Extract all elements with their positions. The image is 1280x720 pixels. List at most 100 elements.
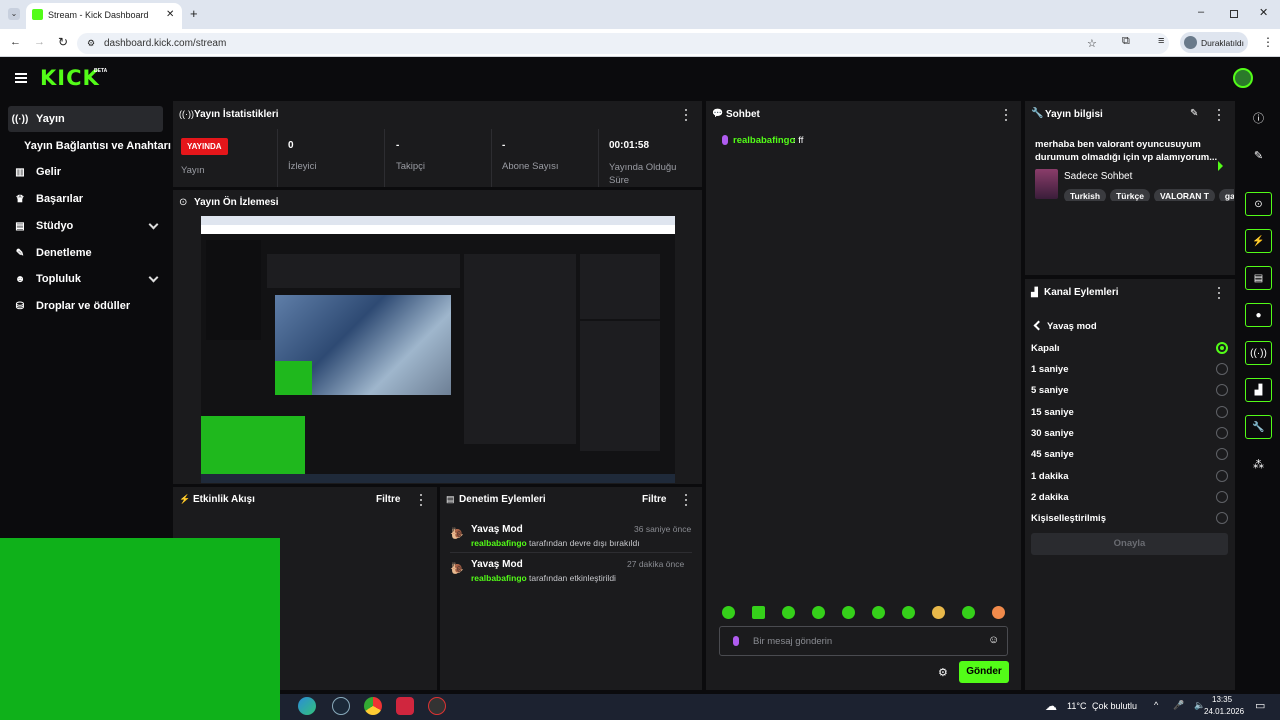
emote-icon[interactable] <box>782 606 795 619</box>
emote-icon[interactable] <box>932 606 945 619</box>
more-options-icon[interactable] <box>1004 109 1008 121</box>
radio[interactable] <box>1216 406 1228 418</box>
forward-icon[interactable]: → <box>34 36 45 48</box>
weather-temp[interactable]: 11°C <box>1067 701 1086 711</box>
preview-video[interactable] <box>201 216 675 483</box>
filter-button[interactable]: Filtre <box>376 494 400 505</box>
chevron-down-icon[interactable] <box>148 219 159 230</box>
chat-toggle-icon[interactable]: ● <box>1245 303 1272 327</box>
tab-close-icon[interactable]: ✕ <box>166 9 174 20</box>
notification-icon[interactable]: ▭ <box>1255 699 1265 712</box>
tag-chip[interactable]: Türkçe <box>1110 189 1150 201</box>
sidebar-item-studyo[interactable]: ▤ Stüdyo <box>8 213 163 239</box>
reload-icon[interactable]: ↻ <box>58 35 68 49</box>
slow-mode-option[interactable]: 30 saniye <box>1031 425 1228 441</box>
emote-icon[interactable] <box>722 606 735 619</box>
tag-chip[interactable]: VALORAN T <box>1153 189 1215 201</box>
extensions-icon[interactable]: ⧉ <box>1122 35 1130 48</box>
stream-info-toggle-icon[interactable]: 🔧 <box>1245 415 1272 439</box>
emote-icon[interactable] <box>992 606 1005 619</box>
chat-input[interactable]: Bir mesaj gönderin ☺ <box>719 626 1008 656</box>
preview-toggle-icon[interactable]: ⊙ <box>1245 192 1272 216</box>
mod-action-user[interactable]: realbabafingo <box>471 573 527 583</box>
mod-action-user[interactable]: realbabafingo <box>471 538 527 548</box>
slow-mode-option[interactable]: Kişiselleştirilmiş <box>1031 510 1228 526</box>
confirm-button[interactable]: Onayla <box>1031 533 1228 555</box>
tab-search-button[interactable]: ⌄ <box>8 8 20 20</box>
add-widget-icon[interactable]: ⁂ <box>1245 452 1272 476</box>
chat-username[interactable]: realbabafingo <box>733 135 795 146</box>
sidebar-item-topluluk[interactable]: ☻ Topluluk <box>8 266 163 292</box>
slow-mode-option[interactable]: Kapalı <box>1031 340 1228 356</box>
window-close-icon[interactable]: ✕ <box>1259 6 1268 19</box>
sidebar-item-basarilar[interactable]: ♛ Başarılar <box>8 186 163 212</box>
tag-chip[interactable]: Turkish <box>1064 189 1107 201</box>
filter-button[interactable]: Filtre <box>642 494 666 505</box>
more-options-icon[interactable] <box>684 109 688 121</box>
radio-selected[interactable] <box>1216 342 1228 354</box>
url-field[interactable]: ⚙ dashboard.kick.com/stream ☆ <box>77 33 1169 54</box>
back-icon[interactable]: ← <box>10 36 21 48</box>
new-tab-button[interactable]: + <box>190 6 198 21</box>
edge-icon[interactable] <box>298 697 316 715</box>
stats-toggle-icon[interactable]: ((·)) <box>1245 341 1272 365</box>
moderation-toggle-icon[interactable]: ▤ <box>1245 266 1272 290</box>
more-options-icon[interactable] <box>419 494 423 506</box>
back-chevron-icon[interactable] <box>1033 320 1044 331</box>
more-options-icon[interactable] <box>1217 109 1221 121</box>
user-avatar[interactable] <box>1233 68 1253 88</box>
edit-pencil-icon[interactable]: ✎ <box>1190 108 1198 119</box>
slow-mode-option[interactable]: 45 saniye <box>1031 446 1228 462</box>
sidebar-item-denetleme[interactable]: ✎ Denetleme <box>8 240 163 266</box>
emote-icon[interactable] <box>902 606 915 619</box>
slow-mode-option[interactable]: 2 dakika <box>1031 489 1228 505</box>
hamburger-menu-icon[interactable] <box>15 73 27 83</box>
mic-icon[interactable]: 🎤 <box>1173 700 1184 711</box>
category-name[interactable]: Sadece Sohbet <box>1064 171 1132 182</box>
sidebar-item-gelir[interactable]: ▥ Gelir <box>8 159 163 185</box>
emote-icon[interactable] <box>812 606 825 619</box>
reading-list-icon[interactable]: ≡ <box>1158 35 1164 47</box>
slow-mode-option[interactable]: 1 dakika <box>1031 468 1228 484</box>
obs-icon[interactable] <box>428 697 446 715</box>
edit-pencil-icon[interactable]: ✎ <box>1245 143 1272 167</box>
sidebar-item-droplar[interactable]: ⛁ Droplar ve ödüller <box>8 293 163 319</box>
radio[interactable] <box>1216 512 1228 524</box>
more-options-icon[interactable] <box>684 494 688 506</box>
more-options-icon[interactable] <box>1217 287 1221 299</box>
settings-gear-icon[interactable]: ⚙ <box>938 666 948 679</box>
profile-button[interactable]: Duraklatıldı <box>1180 32 1248 53</box>
tag-chip[interactable]: ga <box>1218 189 1234 201</box>
radio[interactable] <box>1216 363 1228 375</box>
site-info-icon[interactable]: ⚙ <box>87 38 95 49</box>
info-icon[interactable]: ⓘ <box>1245 106 1272 130</box>
radio[interactable] <box>1216 491 1228 503</box>
radio[interactable] <box>1216 448 1228 460</box>
emoji-icon[interactable]: ☺ <box>988 634 999 646</box>
emote-icon[interactable] <box>872 606 885 619</box>
sidebar-item-yayin[interactable]: ((·)) Yayın <box>8 106 163 132</box>
app-icon[interactable] <box>396 697 414 715</box>
send-button[interactable]: Gönder <box>959 661 1009 683</box>
steam-icon[interactable] <box>332 697 350 715</box>
chevron-down-icon[interactable] <box>148 272 159 283</box>
clock-time[interactable]: 13:35 <box>1212 695 1232 704</box>
slow-mode-option[interactable]: 15 saniye <box>1031 404 1228 420</box>
weather-text[interactable]: Çok bulutlu <box>1092 701 1137 711</box>
bookmark-star-icon[interactable]: ☆ <box>1087 37 1097 50</box>
tray-chevron-icon[interactable]: ^ <box>1154 700 1158 710</box>
radio[interactable] <box>1216 470 1228 482</box>
chrome-icon[interactable] <box>364 697 382 715</box>
slow-mode-option[interactable]: 5 saniye <box>1031 382 1228 398</box>
sidebar-item-stream-key[interactable]: Yayın Bağlantısı ve Anahtarı <box>18 133 178 159</box>
emote-icon[interactable] <box>842 606 855 619</box>
maximize-icon[interactable] <box>1230 10 1238 18</box>
browser-menu-icon[interactable]: ⋮ <box>1262 35 1274 49</box>
minimize-icon[interactable]: – <box>1198 6 1204 18</box>
browser-tab[interactable]: Stream - Kick Dashboard ✕ <box>26 3 182 29</box>
emote-icon[interactable] <box>752 606 765 619</box>
slow-mode-option[interactable]: 1 saniye <box>1031 361 1228 377</box>
activity-toggle-icon[interactable]: ⚡ <box>1245 229 1272 253</box>
radio[interactable] <box>1216 427 1228 439</box>
radio[interactable] <box>1216 384 1228 396</box>
